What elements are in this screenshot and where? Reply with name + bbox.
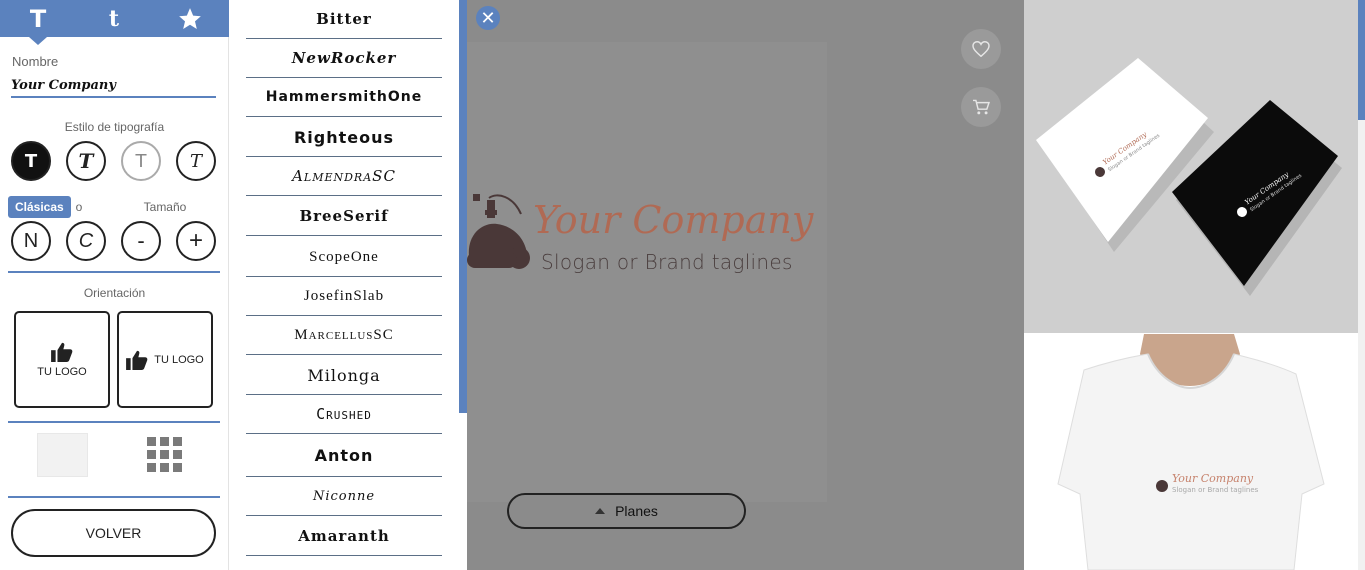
favorite-button[interactable] [961, 29, 1001, 69]
style-light-glyph: T [135, 150, 147, 172]
clasicas-tooltip: Clásicas [8, 196, 71, 218]
page-scrollbar-thumb[interactable] [1358, 0, 1365, 120]
thumbs-up-icon [51, 342, 73, 362]
orientacion-title: Orientación [83, 286, 146, 300]
heart-icon [972, 41, 990, 57]
typography-panel: T t Nombre Estilo de tipografía T T T T … [0, 0, 229, 570]
section-divider [8, 496, 220, 498]
size-decrease-button[interactable]: - [121, 221, 161, 261]
orientation-vertical-label: TU LOGO [37, 365, 87, 378]
style-italic-button[interactable]: T [176, 141, 216, 181]
thumbs-up-icon [126, 350, 148, 370]
style-light-button[interactable]: T [121, 141, 161, 181]
cart-icon [973, 99, 990, 115]
planes-label: Planes [615, 503, 658, 519]
format-normal-button[interactable]: N [11, 221, 51, 261]
font-item-next[interactable] [246, 556, 442, 570]
active-tab-caret [29, 37, 47, 45]
business-cards-image: Your Company Slogan or Brand taglines Yo… [1036, 58, 1342, 296]
font-item-anton[interactable]: Anton [246, 434, 442, 477]
close-button[interactable]: ✕ [476, 6, 500, 30]
format-classic-glyph: C [78, 229, 94, 252]
tab-text-style[interactable]: T [8, 0, 68, 37]
grid-icon[interactable] [147, 437, 182, 472]
panel-tab-bar: T t [0, 0, 229, 37]
plus-icon: + [188, 227, 203, 254]
shirt-slogan-text: Slogan or Brand taglines [1172, 486, 1259, 494]
font-item-newrocker[interactable]: NewRocker [246, 39, 442, 78]
font-item-marcellussc[interactable]: MarcellusSC [246, 316, 442, 355]
font-item-niconne[interactable]: Niconne [246, 477, 442, 516]
font-item-hammersmithone[interactable]: HammersmithOne [246, 78, 442, 117]
font-item-milonga[interactable]: Milonga [246, 356, 442, 395]
nombre-input[interactable] [11, 74, 216, 98]
cart-button[interactable] [961, 87, 1001, 127]
size-increase-button[interactable]: + [176, 221, 216, 261]
orientation-vertical-button[interactable]: TU LOGO [14, 311, 110, 408]
star-icon [179, 7, 201, 29]
style-bold-glyph: T [24, 150, 38, 172]
tamano-label: Tamaño [143, 200, 187, 214]
style-script-button[interactable]: T [66, 141, 106, 181]
volver-button[interactable]: VOLVER [11, 509, 216, 557]
font-item-scopeone[interactable]: ScopeOne [246, 238, 442, 277]
logo-slogan: Slogan or Brand taglines [541, 250, 793, 274]
font-item-josefinslab[interactable]: JosefinSlab [246, 277, 442, 316]
orientation-horizontal-label: TU LOGO [154, 353, 204, 366]
font-list: Bitter NewRocker HammersmithOne Righteou… [229, 0, 459, 570]
planes-button[interactable]: Planes [507, 493, 746, 529]
minus-icon: - [137, 228, 145, 253]
business-card-mockup[interactable]: Your Company Slogan or Brand taglines Yo… [1024, 0, 1359, 333]
caret-up-icon [595, 508, 606, 514]
font-item-righteous[interactable]: Righteous [246, 118, 442, 157]
nombre-label: Nombre [12, 54, 59, 69]
format-classic-button[interactable]: C [66, 221, 106, 261]
formato-label-tail: o [75, 200, 83, 214]
tshirt-mockup[interactable]: Your Company Slogan or Brand taglines [1024, 334, 1359, 570]
tab-favorites[interactable] [160, 0, 220, 37]
logo-emblem-icon [467, 194, 530, 269]
logo-preview [467, 0, 1024, 570]
font-item-crushed[interactable]: Crushed [246, 395, 442, 434]
font-item-bitter[interactable]: Bitter [246, 0, 442, 39]
tshirt-image: Your Company Slogan or Brand taglines [1057, 334, 1325, 570]
format-normal-glyph: N [23, 229, 39, 252]
shirt-company-text: Your Company [1172, 472, 1254, 485]
font-item-breeserif[interactable]: BreeSerif [246, 197, 442, 236]
font-item-amaranth[interactable]: Amaranth [246, 517, 442, 556]
style-italic-glyph: T [189, 150, 202, 172]
orientation-horizontal-button[interactable]: TU LOGO [117, 311, 213, 408]
style-script-glyph: T [78, 149, 94, 173]
section-divider [8, 271, 220, 273]
background-color-swatch[interactable] [37, 433, 88, 477]
section-divider [8, 421, 220, 423]
close-icon: ✕ [480, 7, 496, 28]
logo-company-name: Your Company [533, 198, 814, 242]
estilo-title: Estilo de tipografía [64, 120, 165, 134]
tab-text-small[interactable]: t [84, 0, 144, 37]
font-item-almendrasc[interactable]: AlmendraSC [246, 157, 442, 196]
font-list-scrollbar[interactable] [459, 0, 467, 413]
style-bold-button[interactable]: T [11, 141, 51, 181]
